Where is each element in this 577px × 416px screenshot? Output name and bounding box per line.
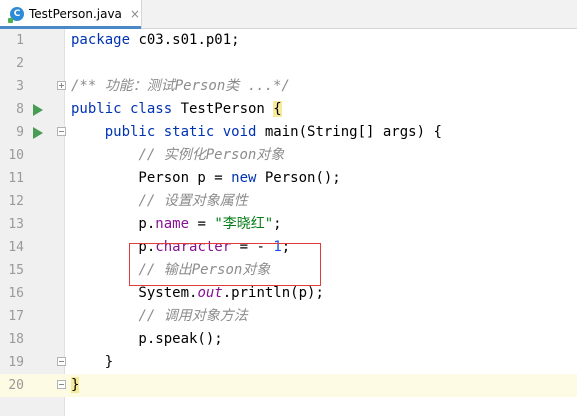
code-text: // 实例化Person对象 bbox=[138, 147, 285, 163]
line-number: 1 bbox=[16, 33, 24, 48]
code-line[interactable]: 1 package c03.s01.p01; bbox=[0, 29, 577, 52]
code-text: // 设置对象属性 bbox=[138, 193, 248, 209]
code-text: // 调用对象方法 bbox=[138, 308, 248, 324]
code-text: public class TestPerson { bbox=[71, 101, 282, 117]
line-number: 16 bbox=[8, 286, 24, 301]
line-number: 19 bbox=[8, 355, 24, 370]
code-text: } bbox=[71, 377, 80, 393]
code-line[interactable]: 13 p.name = "李晓红"; bbox=[0, 213, 577, 236]
code-text: p.name = "李晓红"; bbox=[71, 216, 282, 232]
code-text: public static void main(String[] args) { bbox=[104, 124, 442, 140]
code-line[interactable]: 2 bbox=[0, 52, 577, 75]
line-number: 11 bbox=[8, 171, 24, 186]
line-number: 8 bbox=[16, 102, 24, 117]
line-number: 13 bbox=[8, 217, 24, 232]
editor-tab-bar: C TestPerson.java × bbox=[0, 0, 577, 29]
code-line[interactable]: 10 // 实例化Person对象 bbox=[0, 144, 577, 167]
line-number: 18 bbox=[8, 332, 24, 347]
fold-icon[interactable] bbox=[57, 81, 66, 90]
code-line[interactable]: 8 public class TestPerson { bbox=[0, 98, 577, 121]
code-line[interactable]: 12 // 设置对象属性 bbox=[0, 190, 577, 213]
code-line[interactable]: 17 // 调用对象方法 bbox=[0, 305, 577, 328]
fold-icon[interactable] bbox=[57, 380, 66, 389]
code-text: } bbox=[71, 354, 114, 370]
close-icon[interactable]: × bbox=[130, 7, 140, 21]
line-number: 15 bbox=[8, 263, 24, 278]
code-text: package c03.s01.p01; bbox=[71, 32, 240, 48]
code-line[interactable]: 19 } bbox=[0, 351, 577, 374]
line-number: 10 bbox=[8, 148, 24, 163]
code-text: p.speak(); bbox=[71, 331, 223, 347]
line-number: 20 bbox=[8, 378, 24, 393]
run-icon[interactable] bbox=[33, 104, 43, 116]
code-line[interactable]: 11 Person p = new Person(); bbox=[0, 167, 577, 190]
code-text: /** 功能：测试Person类 ...*/ bbox=[71, 78, 290, 94]
line-number: 9 bbox=[16, 125, 24, 140]
code-text: Person p = new Person(); bbox=[71, 170, 341, 186]
code-line[interactable]: 9 public static void main(String[] args)… bbox=[0, 121, 577, 144]
code-line[interactable]: 20} bbox=[0, 374, 577, 397]
line-number: 17 bbox=[8, 309, 24, 324]
code-line[interactable]: 3 /** 功能：测试Person类 ...*/ bbox=[0, 75, 577, 98]
run-icon[interactable] bbox=[33, 127, 43, 139]
line-number: 12 bbox=[8, 194, 24, 209]
line-number: 2 bbox=[16, 56, 24, 71]
line-number: 3 bbox=[16, 79, 24, 94]
fold-icon[interactable] bbox=[57, 127, 66, 136]
code-editor[interactable]: 1 package c03.s01.p01; 2 3 /** 功能：测试Person类 … bbox=[0, 29, 577, 416]
code-line[interactable]: 18 p.speak(); bbox=[0, 328, 577, 351]
fold-icon[interactable] bbox=[57, 357, 66, 366]
tab-title: TestPerson.java bbox=[29, 7, 122, 21]
tab-testperson-java[interactable]: C TestPerson.java × bbox=[0, 0, 142, 29]
line-number: 14 bbox=[8, 240, 24, 255]
annotation-highlight-box bbox=[129, 243, 321, 286]
java-class-icon: C bbox=[8, 7, 24, 23]
